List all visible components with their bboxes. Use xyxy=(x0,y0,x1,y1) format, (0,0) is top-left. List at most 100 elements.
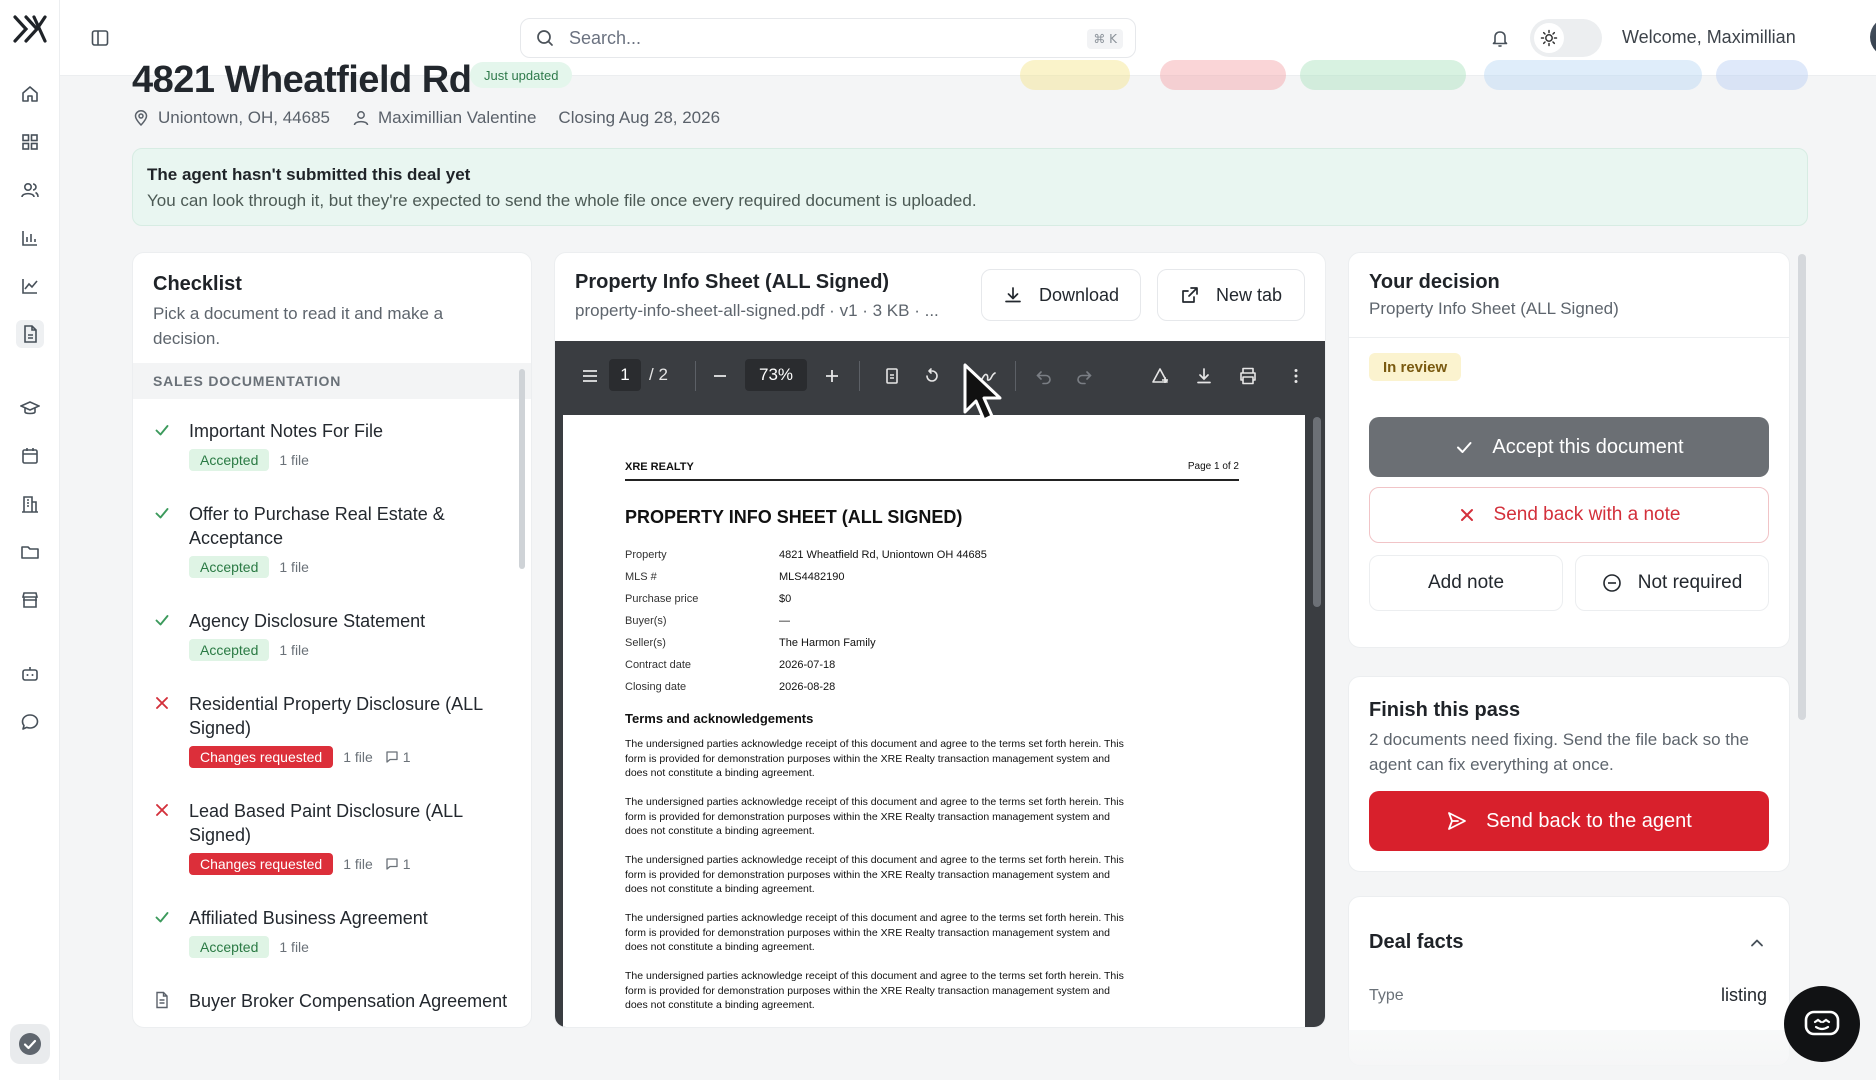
item-name: Affiliated Business Agreement xyxy=(189,908,428,928)
decision-title: Your decision xyxy=(1369,271,1500,293)
x-icon xyxy=(153,694,171,712)
bell-icon[interactable] xyxy=(1486,24,1514,52)
more-options-icon[interactable] xyxy=(1283,363,1309,389)
search-icon xyxy=(535,28,555,48)
page-number-input[interactable]: 1 xyxy=(609,359,641,391)
document-file-info: property-info-sheet-all-signed.pdf · v1 … xyxy=(575,301,939,320)
pdf-field-row: Seller(s) The Harmon Family xyxy=(625,637,876,649)
pdf-fields: Property 4821 Wheatfield Rd, Uniontown OH… xyxy=(625,549,987,703)
zoom-out-icon[interactable] xyxy=(707,363,733,389)
new-tab-button[interactable]: New tab xyxy=(1157,269,1305,321)
mouse-cursor-icon xyxy=(963,363,1002,422)
avatar[interactable] xyxy=(1870,17,1876,57)
building-icon[interactable] xyxy=(16,490,44,518)
pdf-scrollbar[interactable] xyxy=(1313,417,1321,607)
file-count: 1 file xyxy=(279,939,309,955)
add-note-button[interactable]: Add note xyxy=(1369,555,1563,611)
line-chart-icon[interactable] xyxy=(16,272,44,300)
grid-icon[interactable] xyxy=(16,128,44,156)
chevron-up-icon[interactable] xyxy=(1747,933,1767,953)
pdf-toolbar: 1 / 2 73% xyxy=(555,341,1325,411)
graduation-icon[interactable] xyxy=(16,394,44,422)
status-badge: Changes requested xyxy=(189,746,334,768)
closing-item: Closing Aug 28, 2026 xyxy=(558,108,721,127)
zoom-in-icon[interactable] xyxy=(819,363,845,389)
send-icon xyxy=(1448,812,1467,830)
status-pill-red xyxy=(1160,60,1286,90)
notice-text: You can look through it, but they're exp… xyxy=(147,191,977,210)
comment-icon xyxy=(386,858,398,870)
pdf-field-row: Contract date 2026-07-18 xyxy=(625,659,836,671)
folder-icon[interactable] xyxy=(16,538,44,566)
send-back-with-note-button[interactable]: Send back with a note xyxy=(1369,487,1769,543)
calendar-icon[interactable] xyxy=(16,442,44,470)
document-viewer: Property Info Sheet (ALL Signed) propert… xyxy=(554,252,1326,1028)
theme-toggle[interactable] xyxy=(1530,19,1602,57)
user-icon xyxy=(352,109,378,127)
menu-icon[interactable] xyxy=(577,363,603,389)
status-pill-green xyxy=(1300,60,1466,90)
comment-count: 1 xyxy=(385,749,411,765)
finish-pass-panel: Finish this pass 2 documents need fixing… xyxy=(1348,676,1790,872)
pdf-paragraph: The undersigned parties acknowledge rece… xyxy=(625,912,1124,953)
chat-icon[interactable] xyxy=(16,708,44,736)
search-box[interactable]: ⌘ K xyxy=(520,18,1136,58)
submission-notice: The agent hasn't submitted this deal yet… xyxy=(132,148,1808,226)
store-icon[interactable] xyxy=(16,586,44,614)
add-signature-icon[interactable] xyxy=(1147,363,1173,389)
redo-icon[interactable] xyxy=(1071,363,1097,389)
home-icon[interactable] xyxy=(16,80,44,108)
page-title: 4821 Wheatfield Rd xyxy=(132,59,472,92)
file-count: 1 file xyxy=(279,642,309,658)
fit-page-icon[interactable] xyxy=(879,363,905,389)
bot-chat-icon xyxy=(1804,1010,1840,1036)
pdf-paragraph: The undersigned parties acknowledge rece… xyxy=(625,970,1124,1011)
right-panel-scrollbar[interactable] xyxy=(1798,254,1806,720)
bot-icon[interactable] xyxy=(16,660,44,688)
not-required-button[interactable]: Not required xyxy=(1575,555,1769,611)
pdf-field-row: Closing date 2026-08-28 xyxy=(625,681,836,693)
rotate-icon[interactable] xyxy=(919,363,945,389)
assistant-chat-button[interactable] xyxy=(1784,986,1860,1062)
status-pill-blue-2 xyxy=(1716,60,1808,90)
agent-item: Maximillian Valentine xyxy=(352,108,536,128)
notice-title: The agent hasn't submitted this deal yet xyxy=(147,165,471,184)
search-input[interactable] xyxy=(569,27,989,49)
document-icon[interactable] xyxy=(16,320,44,348)
status-badge: Accepted xyxy=(189,449,270,471)
pdf-brand: XRE REALTY xyxy=(625,461,694,473)
accept-document-button[interactable]: Accept this document xyxy=(1369,417,1769,477)
pdf-paragraph: The undersigned parties acknowledge rece… xyxy=(625,854,1124,895)
print-icon[interactable] xyxy=(1235,363,1261,389)
sidebar-toggle-icon[interactable] xyxy=(86,24,114,52)
close-icon xyxy=(1460,509,1473,521)
document-title: Property Info Sheet (ALL Signed) xyxy=(575,271,890,293)
check-icon xyxy=(1457,442,1472,453)
send-back-to-agent-button[interactable]: Send back to the agent xyxy=(1369,791,1769,851)
minus-circle-icon xyxy=(1602,574,1621,592)
checklist-scrollbar[interactable] xyxy=(519,369,525,569)
zoom-level[interactable]: 73% xyxy=(745,359,807,391)
pdf-field-row: Purchase price $0 xyxy=(625,593,792,605)
app-logo[interactable] xyxy=(12,14,48,44)
download-button[interactable]: Download xyxy=(981,269,1141,321)
bar-chart-icon[interactable] xyxy=(16,224,44,252)
users-icon[interactable] xyxy=(16,176,44,204)
section-header: SALES DOCUMENTATION xyxy=(133,363,531,399)
item-name: Buyer Broker Compensation Agreement xyxy=(189,991,508,1011)
save-download-icon[interactable] xyxy=(1191,363,1217,389)
status-check-icon[interactable] xyxy=(10,1024,50,1064)
status-badge: Changes requested xyxy=(189,853,334,875)
check-icon xyxy=(153,908,171,926)
welcome-text: Welcome, Maximillian xyxy=(1622,27,1796,47)
x-icon xyxy=(153,801,171,819)
decision-subtitle: Property Info Sheet (ALL Signed) xyxy=(1369,299,1619,318)
pdf-canvas[interactable]: XRE REALTY Page 1 of 2 PROPERTY INFO SHE… xyxy=(555,411,1325,1027)
pdf-page: XRE REALTY Page 1 of 2 PROPERTY INFO SHE… xyxy=(563,415,1305,1027)
undo-icon[interactable] xyxy=(1031,363,1057,389)
pdf-field-row: Property 4821 Wheatfield Rd, Uniontown OH… xyxy=(625,549,987,561)
deal-facts-title: Deal facts xyxy=(1369,931,1464,953)
page-total: / 2 xyxy=(649,365,668,384)
file-count: 1 file xyxy=(279,559,309,575)
deal-meta: Uniontown, OH, 44685 Maximillian Valenti… xyxy=(132,108,742,128)
